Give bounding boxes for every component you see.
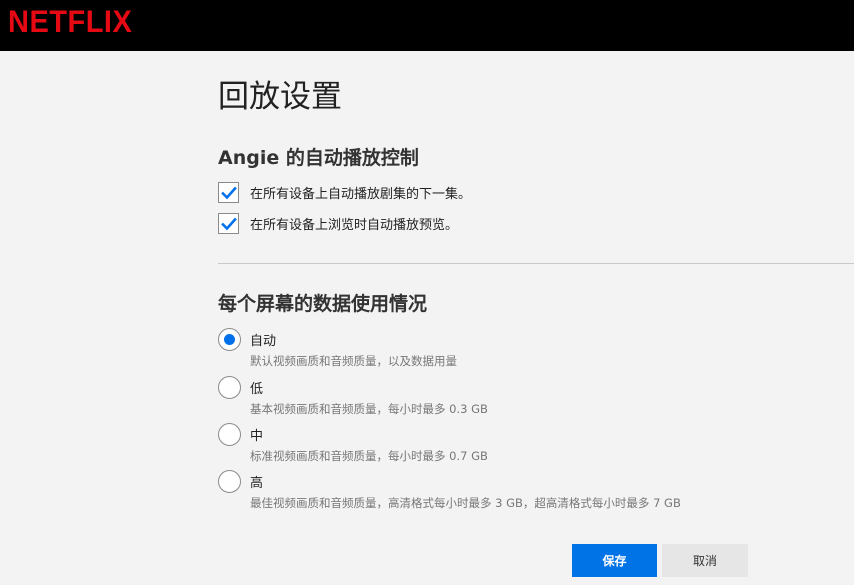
checkmark-icon — [221, 217, 237, 230]
autoplay-next-episode-option[interactable]: 在所有设备上自动播放剧集的下一集。 — [218, 180, 471, 204]
autoplay-next-episode-checkbox[interactable] — [218, 181, 239, 203]
page-title: 回放设置 — [218, 79, 342, 115]
data-usage-option-label: 自动 — [250, 334, 277, 349]
netflix-logo[interactable]: NETFLIX — [8, 5, 132, 41]
autoplay-section-title: Angie 的自动播放控制 — [218, 147, 419, 169]
data-usage-option-description: 最佳视频画质和音频质量，高清格式每小时最多 3 GB，超高清格式每小时最多 7 … — [250, 496, 681, 510]
data-usage-option-description: 默认视频画质和音频质量，以及数据用量 — [250, 354, 457, 368]
data-usage-radio-low[interactable] — [218, 376, 241, 399]
data-usage-option-label: 高 — [250, 476, 264, 491]
autoplay-next-episode-label: 在所有设备上自动播放剧集的下一集。 — [250, 186, 472, 202]
autoplay-previews-label: 在所有设备上浏览时自动播放预览。 — [250, 217, 459, 233]
data-usage-option-description: 标准视频画质和音频质量，每小时最多 0.7 GB — [250, 449, 488, 463]
top-bar: NETFLIX — [0, 0, 854, 51]
autoplay-previews-checkbox[interactable] — [218, 212, 239, 234]
cancel-button[interactable]: 取消 — [662, 544, 748, 577]
data-usage-option-label: 中 — [250, 429, 264, 444]
save-button[interactable]: 保存 — [572, 544, 657, 577]
data-usage-option-description: 基本视频画质和音频质量，每小时最多 0.3 GB — [250, 402, 488, 416]
data-usage-option-label: 低 — [250, 382, 264, 397]
autoplay-previews-option[interactable]: 在所有设备上浏览时自动播放预览。 — [218, 211, 458, 235]
data-usage-radio-medium[interactable] — [218, 423, 241, 446]
data-usage-section-title: 每个屏幕的数据使用情况 — [218, 293, 428, 315]
data-usage-radio-auto[interactable] — [218, 328, 241, 351]
data-usage-radio-high[interactable] — [218, 470, 241, 493]
section-divider — [218, 263, 854, 264]
checkmark-icon — [221, 186, 237, 199]
